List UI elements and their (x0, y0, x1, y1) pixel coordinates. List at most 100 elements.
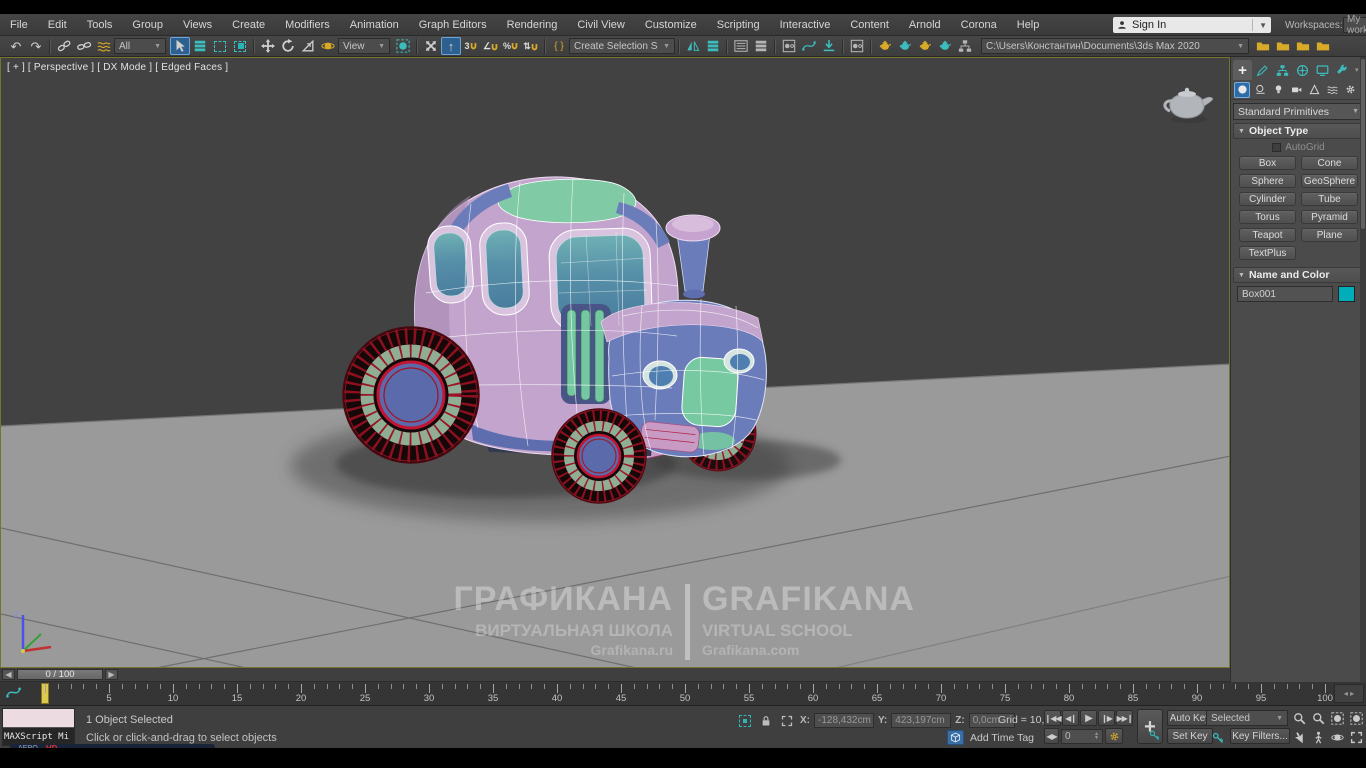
select-by-name-button[interactable] (190, 37, 210, 55)
select-and-manipulate-button[interactable] (421, 37, 441, 55)
named-selection-sets-dropdown[interactable]: Create Selection Se▼ (569, 38, 675, 54)
go-to-end-button[interactable]: ▶▶❙ (1116, 710, 1133, 726)
zoom-all-button[interactable] (1309, 709, 1327, 727)
save-scene-icon[interactable] (1253, 37, 1273, 55)
menu-modifiers[interactable]: Modifiers (275, 14, 340, 36)
tab-hierarchy[interactable] (1273, 60, 1292, 80)
undo-button[interactable]: ↶ (6, 37, 26, 55)
select-object-button[interactable] (170, 37, 190, 55)
time-configuration-button[interactable] (1105, 728, 1123, 744)
schematic-view-button[interactable] (819, 37, 839, 55)
curve-editor-button[interactable] (799, 37, 819, 55)
command-panel-scrollbar[interactable] (1360, 57, 1366, 682)
next-frame-button[interactable]: ❙▶ (1098, 710, 1115, 726)
key-mode-toggle[interactable]: ◀▶ (1044, 728, 1059, 744)
primitive-category-dropdown[interactable]: Standard Primitives ▼ (1233, 103, 1364, 120)
tab-utilities[interactable] (1333, 60, 1352, 80)
category-lights[interactable] (1270, 82, 1286, 98)
tab-create[interactable]: + (1233, 60, 1252, 80)
folder-options-icon[interactable] (1293, 37, 1313, 55)
render-presets-button[interactable] (955, 37, 975, 55)
animate-selection-set-dropdown[interactable]: Selected ▼ (1206, 710, 1288, 726)
workspace-dropdown[interactable]: My workspace ▼ (1343, 17, 1366, 33)
object-color-swatch[interactable] (1338, 286, 1355, 302)
menu-create[interactable]: Create (222, 14, 275, 36)
open-folder-icon[interactable] (1273, 37, 1293, 55)
create-cylinder-button[interactable]: Cylinder (1239, 192, 1296, 206)
reference-coordinate-system-dropdown[interactable]: View▼ (338, 38, 390, 54)
tabs-overflow-arrow[interactable]: ▾ (1355, 66, 1359, 74)
menu-civil-view[interactable]: Civil View (567, 14, 634, 36)
align-button[interactable] (703, 37, 723, 55)
menu-edit[interactable]: Edit (38, 14, 77, 36)
create-teapot-button[interactable]: Teapot (1239, 228, 1296, 242)
teapot-viewcube-icon[interactable] (1165, 88, 1213, 123)
render-in-cloud-button[interactable] (935, 37, 955, 55)
category-space-warps[interactable] (1324, 82, 1340, 98)
menu-file[interactable]: File (0, 14, 38, 36)
object-type-header[interactable]: ▼ Object Type (1233, 123, 1364, 139)
snaps-toggle-3d[interactable]: 3 (461, 37, 481, 55)
menu-animation[interactable]: Animation (340, 14, 409, 36)
toggle-scene-explorer-button[interactable] (731, 37, 751, 55)
create-sphere-button[interactable]: Sphere (1239, 174, 1296, 188)
zoom-button[interactable] (1290, 709, 1308, 727)
name-and-color-header[interactable]: ▼ Name and Color (1233, 267, 1364, 283)
percent-snap-toggle[interactable]: % (501, 37, 521, 55)
sign-in-button[interactable]: Sign In ▼ (1113, 17, 1271, 33)
maxscript-listener-field[interactable]: MAXScript Mi (3, 728, 74, 745)
menu-rendering[interactable]: Rendering (497, 14, 568, 36)
zoom-region-button[interactable] (1290, 728, 1308, 746)
go-to-start-button[interactable]: ❙◀◀ (1044, 710, 1061, 726)
mirror-button[interactable] (683, 37, 703, 55)
create-tube-button[interactable]: Tube (1301, 192, 1358, 206)
select-and-place-button[interactable] (318, 37, 338, 55)
previous-frame-arrow[interactable]: ◀ (2, 669, 15, 680)
category-helpers[interactable] (1306, 82, 1322, 98)
time-slider-handle[interactable]: 0 / 100 (17, 669, 103, 680)
create-box-button[interactable]: Box (1239, 156, 1296, 170)
y-coord-field[interactable]: 423,197cm (891, 713, 951, 728)
set-key-button[interactable]: Set Key (1167, 728, 1213, 744)
category-geometry[interactable] (1234, 82, 1250, 98)
select-and-rotate-button[interactable] (278, 37, 298, 55)
zoom-extents-selected-button[interactable] (1328, 709, 1346, 727)
track-bar-end-buttons[interactable]: ◂ ▸ (1334, 684, 1364, 703)
absolute-mode-transform-toggle[interactable] (779, 713, 794, 728)
select-and-link-icon[interactable] (54, 37, 74, 55)
spinner-snap-toggle[interactable]: ⇅ (521, 37, 541, 55)
toggle-ribbon-button[interactable] (779, 37, 799, 55)
new-key-tangent-icon[interactable] (1210, 730, 1225, 745)
render-setup-button[interactable] (875, 37, 895, 55)
edit-named-selection-sets-button[interactable]: { } (549, 37, 569, 55)
autogrid-checkbox[interactable]: AutoGrid (1237, 142, 1360, 153)
menu-views[interactable]: Views (173, 14, 222, 36)
menu-tools[interactable]: Tools (77, 14, 123, 36)
x-coord-field[interactable]: -128,432cm (814, 713, 874, 728)
track-bar-ruler[interactable]: ◂ ▸ 510152025303540455055606570758085909… (0, 682, 1366, 706)
set-keys-button[interactable]: + (1137, 709, 1163, 744)
category-shapes[interactable] (1252, 82, 1268, 98)
sign-in-dropdown-arrow[interactable]: ▼ (1252, 19, 1267, 31)
tab-display[interactable] (1313, 60, 1332, 80)
category-cameras[interactable] (1288, 82, 1304, 98)
tractor-model[interactable] (343, 177, 766, 503)
object-name-field[interactable]: Box001 (1237, 286, 1333, 302)
menu-graph-editors[interactable]: Graph Editors (409, 14, 497, 36)
menu-scripting[interactable]: Scripting (707, 14, 770, 36)
toggle-layer-explorer-button[interactable] (751, 37, 771, 55)
create-textplus-button[interactable]: TextPlus (1239, 246, 1296, 260)
isolate-selection-toggle[interactable] (737, 713, 752, 728)
render-production-button[interactable] (915, 37, 935, 55)
select-and-scale-button[interactable] (298, 37, 318, 55)
next-frame-arrow[interactable]: ▶ (105, 669, 118, 680)
selection-lock-toggle[interactable] (758, 713, 773, 728)
zoom-extents-all-button[interactable] (1347, 709, 1365, 727)
select-and-move-button[interactable] (258, 37, 278, 55)
menu-interactive[interactable]: Interactive (770, 14, 841, 36)
frame-spinner[interactable]: ▲▼ (1094, 732, 1099, 740)
menu-content[interactable]: Content (840, 14, 899, 36)
walk-through-button[interactable] (1309, 728, 1327, 746)
unlink-selection-icon[interactable] (74, 37, 94, 55)
maximize-viewport-toggle[interactable] (1347, 728, 1365, 746)
